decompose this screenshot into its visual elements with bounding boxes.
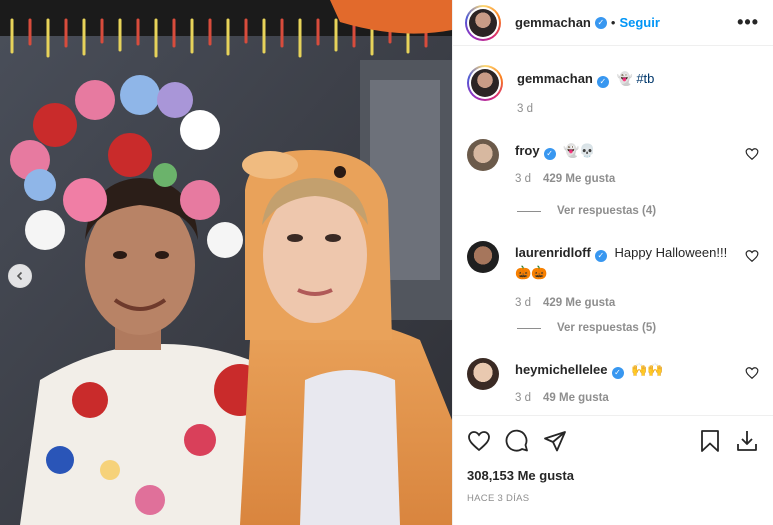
carousel-prev-button[interactable] (8, 264, 32, 288)
view-replies-button[interactable]: Ver respuestas (4) (517, 205, 656, 217)
author-username[interactable]: gemmachan (515, 15, 591, 30)
comment-item: heymichellelee ✓ 🙌🙌 3 d 49 Me gusta (467, 358, 759, 407)
verified-icon: ✓ (596, 76, 609, 88)
post-actions: 308,153 Me gusta HACE 3 DÍAS (453, 415, 773, 525)
verified-icon: ✓ (611, 367, 624, 379)
download-icon[interactable] (735, 429, 759, 453)
separator-dot: • (610, 15, 616, 30)
comment-text: Happy Halloween!!! (614, 245, 728, 260)
comment-time: 3 d (515, 297, 531, 309)
verified-icon: ✓ (594, 16, 607, 29)
comment-item: froy ✓ 👻💀 3 d 429 Me gusta (467, 139, 759, 188)
comment-emoji: 👻💀 (563, 143, 596, 158)
comment-likes[interactable]: 429 Me gusta (543, 173, 615, 185)
comments-list[interactable]: gemmachan ✓ 👻 #tb 3 d froy ✓ 👻💀 3 d 429 Me … (453, 47, 773, 415)
commenter-username[interactable]: froy (515, 143, 540, 158)
heart-icon[interactable] (745, 249, 759, 263)
comment-item: laurenridloff ✓ Happy Halloween!!! 🎃🎃 3 d… (467, 241, 759, 312)
comment-time: 3 d (515, 173, 531, 185)
likes-count[interactable]: 308,153 Me gusta (467, 468, 574, 483)
share-icon[interactable] (543, 429, 567, 453)
caption-hashtag[interactable]: #tb (636, 71, 654, 86)
comment-emoji: 🙌🙌 (631, 362, 664, 377)
more-icon[interactable]: ••• (737, 12, 759, 33)
comment-time: 3 d (515, 392, 531, 404)
like-heart-icon[interactable] (467, 429, 491, 453)
verified-icon: ✓ (543, 148, 556, 160)
post-header: gemmachan ✓ • Seguir ••• (453, 0, 773, 46)
commenter-avatar[interactable] (467, 358, 499, 390)
heart-icon[interactable] (745, 366, 759, 380)
caption-username[interactable]: gemmachan (517, 71, 593, 86)
view-replies-label: Ver respuestas (4) (557, 205, 657, 217)
post-timestamp[interactable]: HACE 3 DÍAS (467, 493, 529, 504)
comment-icon[interactable] (505, 429, 529, 453)
view-replies-button[interactable]: Ver respuestas (5) (517, 322, 656, 334)
caption-emoji: 👻 (616, 71, 633, 86)
post-side-panel: gemmachan ✓ • Seguir ••• gemmachan ✓ 👻 #t… (452, 0, 773, 525)
view-replies-label: Ver respuestas (5) (557, 322, 657, 334)
comment-likes[interactable]: 49 Me gusta (543, 392, 609, 404)
commenter-avatar[interactable] (467, 139, 499, 171)
follow-button[interactable]: Seguir (619, 15, 659, 30)
post-photo[interactable] (0, 0, 452, 525)
commenter-avatar[interactable] (467, 241, 499, 273)
comment-emoji: 🎃🎃 (515, 265, 548, 280)
author-avatar[interactable] (465, 4, 501, 41)
caption-row: gemmachan ✓ 👻 #tb 3 d (467, 65, 759, 118)
chevron-left-icon (16, 271, 23, 281)
bookmark-icon[interactable] (699, 429, 721, 453)
verified-icon: ✓ (594, 250, 607, 262)
commenter-username[interactable]: laurenridloff (515, 245, 591, 260)
caption-avatar[interactable] (467, 65, 503, 101)
photo-illustration (0, 0, 452, 525)
caption-time: 3 d (517, 103, 533, 115)
commenter-username[interactable]: heymichellelee (515, 362, 608, 377)
heart-icon[interactable] (745, 147, 759, 161)
comment-likes[interactable]: 429 Me gusta (543, 297, 615, 309)
